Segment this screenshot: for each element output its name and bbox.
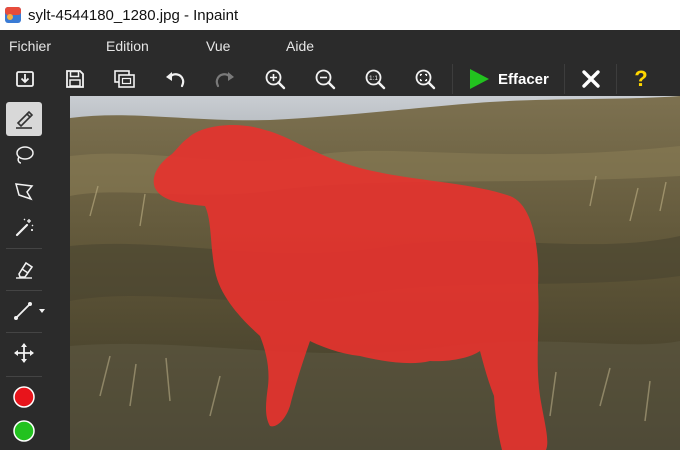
green-marker-color-button[interactable]: [6, 414, 42, 448]
zoom-in-icon: [265, 69, 286, 90]
tool-divider: [6, 332, 42, 333]
zoom-actual-size-label: 1:1: [369, 75, 378, 82]
open-button[interactable]: [10, 64, 40, 94]
toolbar-separator: [452, 64, 453, 94]
cancel-button[interactable]: [576, 64, 606, 94]
toolbar-separator: [616, 64, 617, 94]
inpaint-app-icon: [4, 6, 22, 24]
tool-divider: [6, 248, 42, 249]
guide-line-tool-icon: [14, 302, 32, 320]
image-canvas[interactable]: [70, 96, 680, 450]
toolbar-separator: [564, 64, 565, 94]
marker-tool-button[interactable]: [6, 102, 42, 136]
erase-run-button[interactable]: Effacer: [456, 65, 560, 93]
zoom-actual-size-button[interactable]: 1:1: [360, 64, 390, 94]
green-marker-color-icon: [13, 420, 35, 442]
zoom-in-button[interactable]: [260, 64, 290, 94]
redo-button[interactable]: [210, 64, 240, 94]
move-tool-icon: [14, 343, 34, 363]
save-button[interactable]: [60, 64, 90, 94]
menu-view[interactable]: Vue: [206, 38, 230, 54]
undo-icon: [166, 72, 185, 88]
toolbar: 1:1 Effacer ?: [0, 62, 680, 96]
save-icon: [66, 70, 84, 88]
magic-wand-tool-icon: [15, 218, 34, 237]
batch-button[interactable]: [110, 64, 140, 94]
help-button[interactable]: ?: [626, 64, 656, 94]
zoom-actual-size-icon: 1:1: [365, 69, 386, 90]
eraser-tool-icon: [16, 261, 34, 279]
menu-edit[interactable]: Edition: [106, 38, 149, 54]
marker-tool-icon: [16, 110, 34, 129]
tool-divider: [6, 290, 42, 291]
close-icon: [582, 70, 600, 88]
chevron-down-icon: [39, 309, 45, 313]
magic-wand-tool-button[interactable]: [6, 210, 42, 244]
help-icon: ?: [634, 66, 648, 91]
polygonal-lasso-tool-button[interactable]: [6, 174, 42, 208]
move-tool-button[interactable]: [6, 336, 42, 370]
play-icon: [470, 69, 489, 89]
zoom-out-icon: [315, 69, 336, 90]
menu-bar: Fichier Edition Vue Aide: [0, 30, 680, 62]
guide-line-tool-button[interactable]: [6, 294, 54, 328]
tool-divider: [6, 376, 42, 377]
title-bar: sylt-4544180_1280.jpg - Inpaint: [0, 0, 680, 30]
eraser-tool-button[interactable]: [6, 252, 42, 286]
menu-file[interactable]: Fichier: [9, 38, 51, 54]
lasso-tool-icon: [16, 146, 34, 164]
zoom-fit-button[interactable]: [410, 64, 440, 94]
redo-icon: [215, 72, 234, 88]
undo-button[interactable]: [160, 64, 190, 94]
zoom-out-button[interactable]: [310, 64, 340, 94]
window-title: sylt-4544180_1280.jpg - Inpaint: [28, 6, 239, 24]
erase-run-label: Effacer: [498, 70, 549, 88]
polygonal-lasso-tool-icon: [14, 183, 34, 201]
tool-panel: [0, 96, 70, 450]
batch-icon: [114, 70, 135, 88]
red-marker-color-icon: [13, 386, 35, 408]
red-marker-color-button[interactable]: [6, 380, 42, 414]
open-icon: [16, 71, 34, 87]
lasso-tool-button[interactable]: [6, 138, 42, 172]
menu-help[interactable]: Aide: [286, 38, 314, 54]
zoom-fit-icon: [415, 69, 436, 90]
sheep-on-dune-photo: [70, 96, 680, 450]
